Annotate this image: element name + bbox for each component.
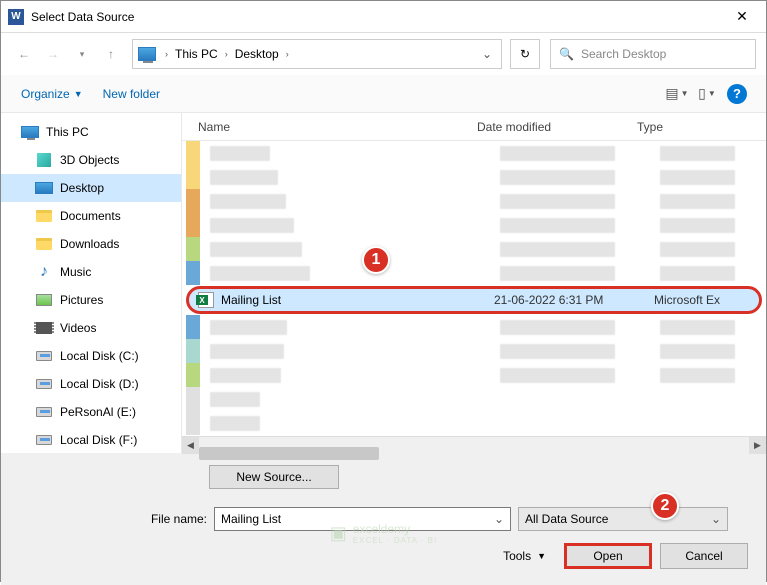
chevron-down-icon: ▼ [537, 551, 546, 561]
search-icon: 🔍 [559, 47, 574, 61]
up-button[interactable]: ↑ [98, 41, 124, 67]
disk-icon [35, 404, 53, 420]
list-item[interactable] [182, 387, 766, 411]
tree-item-3d-objects[interactable]: 3D Objects [1, 146, 181, 174]
dialog-title: Select Data Source [31, 10, 722, 24]
list-item[interactable] [182, 237, 766, 261]
toolbar: Organize ▼ New folder ▤▼ ▯▼ ? [1, 75, 766, 113]
scrollbar-thumb[interactable] [199, 447, 379, 460]
column-headers: Name Date modified Type [182, 113, 766, 141]
scroll-right-icon[interactable]: ▶ [749, 437, 766, 454]
preview-pane-button[interactable]: ▯▼ [694, 82, 720, 106]
filename-label: File name: [19, 512, 207, 526]
open-button[interactable]: Open [564, 543, 652, 569]
column-date[interactable]: Date modified [477, 120, 637, 134]
list-item[interactable] [182, 315, 766, 339]
body-area: This PC3D ObjectsDesktopDocumentsDownloa… [1, 113, 766, 453]
monitor-icon [21, 124, 39, 140]
titlebar: W Select Data Source ✕ [1, 1, 766, 33]
address-bar[interactable]: › This PC › Desktop › ⌄ [132, 39, 502, 69]
chevron-right-icon: › [162, 49, 171, 59]
address-dropdown-icon[interactable]: ⌄ [478, 47, 496, 61]
new-folder-button[interactable]: New folder [97, 83, 166, 105]
file-rows: Mailing List21-06-2022 6:31 PMMicrosoft … [182, 141, 766, 435]
folder-icon [35, 208, 53, 224]
tree-item-local-disk-d-[interactable]: Local Disk (D:) [1, 370, 181, 398]
new-source-button[interactable]: New Source... [209, 465, 339, 489]
tree-item-videos[interactable]: Videos [1, 314, 181, 342]
nav-tree[interactable]: This PC3D ObjectsDesktopDocumentsDownloa… [1, 113, 181, 453]
chevron-down-icon[interactable]: ⌄ [494, 512, 504, 526]
search-input[interactable]: 🔍 Search Desktop [550, 39, 756, 69]
column-name[interactable]: Name [182, 120, 477, 134]
tree-item-downloads[interactable]: Downloads [1, 230, 181, 258]
list-item[interactable] [182, 189, 766, 213]
column-type[interactable]: Type [637, 120, 766, 134]
crumb-desktop[interactable]: Desktop [231, 47, 283, 61]
tree-item-pictures[interactable]: Pictures [1, 286, 181, 314]
tree-item-this-pc[interactable]: This PC [1, 118, 181, 146]
chevron-down-icon: ⌄ [711, 512, 721, 526]
view-mode-button[interactable]: ▤▼ [664, 82, 690, 106]
refresh-button[interactable]: ↻ [510, 39, 540, 69]
file-list: Name Date modified Type Mailing List21-0… [181, 113, 766, 453]
footer: New Source... File name: Mailing List ⌄ … [1, 453, 766, 585]
vid-icon [35, 320, 53, 336]
music-icon: ♪ [35, 264, 53, 280]
list-item[interactable] [182, 339, 766, 363]
tree-item-music[interactable]: ♪Music [1, 258, 181, 286]
list-item[interactable] [182, 141, 766, 165]
cancel-button[interactable]: Cancel [660, 543, 748, 569]
file-row-selected[interactable]: Mailing List21-06-2022 6:31 PMMicrosoft … [186, 286, 762, 314]
list-item[interactable] [182, 363, 766, 387]
tree-item-local-disk-c-[interactable]: Local Disk (C:) [1, 342, 181, 370]
cube3d-icon [35, 152, 53, 168]
nav-bar: ← → ▾ ↑ › This PC › Desktop › ⌄ ↻ 🔍 Sear… [1, 33, 766, 75]
pic-icon [35, 292, 53, 308]
tools-dropdown[interactable]: Tools ▼ [503, 549, 546, 563]
pc-icon [138, 47, 156, 61]
chevron-right-icon: › [283, 49, 292, 59]
scroll-left-icon[interactable]: ◀ [182, 437, 199, 454]
tree-item-desktop[interactable]: Desktop [1, 174, 181, 202]
disk-icon [35, 348, 53, 364]
callout-1: 1 [362, 246, 390, 274]
list-item[interactable] [182, 261, 766, 285]
callout-2: 2 [651, 492, 679, 520]
list-item[interactable] [182, 213, 766, 237]
list-item[interactable] [182, 165, 766, 189]
tree-item-documents[interactable]: Documents [1, 202, 181, 230]
folder-icon [35, 236, 53, 252]
organize-button[interactable]: Organize ▼ [15, 83, 89, 105]
word-app-icon: W [8, 9, 24, 25]
forward-button: → [40, 41, 66, 67]
chevron-down-icon: ▼ [74, 89, 83, 99]
chevron-right-icon: › [222, 49, 231, 59]
horizontal-scrollbar[interactable]: ◀ ▶ [182, 436, 766, 453]
desktop-icon [35, 180, 53, 196]
search-placeholder: Search Desktop [581, 47, 666, 61]
file-filter-combo[interactable]: All Data Source ⌄ 2 [518, 507, 728, 531]
close-button[interactable]: ✕ [722, 3, 762, 31]
help-button[interactable]: ? [724, 82, 750, 106]
tree-item-personal-e-[interactable]: PeRsonAl (E:) [1, 398, 181, 426]
crumb-this-pc[interactable]: This PC [171, 47, 222, 61]
disk-icon [35, 432, 53, 448]
list-item[interactable] [182, 411, 766, 435]
help-icon: ? [727, 84, 747, 104]
tree-item-local-disk-f-[interactable]: Local Disk (F:) [1, 426, 181, 453]
recent-dropdown[interactable]: ▾ [69, 41, 95, 67]
disk-icon [35, 376, 53, 392]
excel-file-icon [198, 292, 214, 308]
back-button[interactable]: ← [11, 41, 37, 67]
filename-input[interactable]: Mailing List ⌄ [214, 507, 511, 531]
